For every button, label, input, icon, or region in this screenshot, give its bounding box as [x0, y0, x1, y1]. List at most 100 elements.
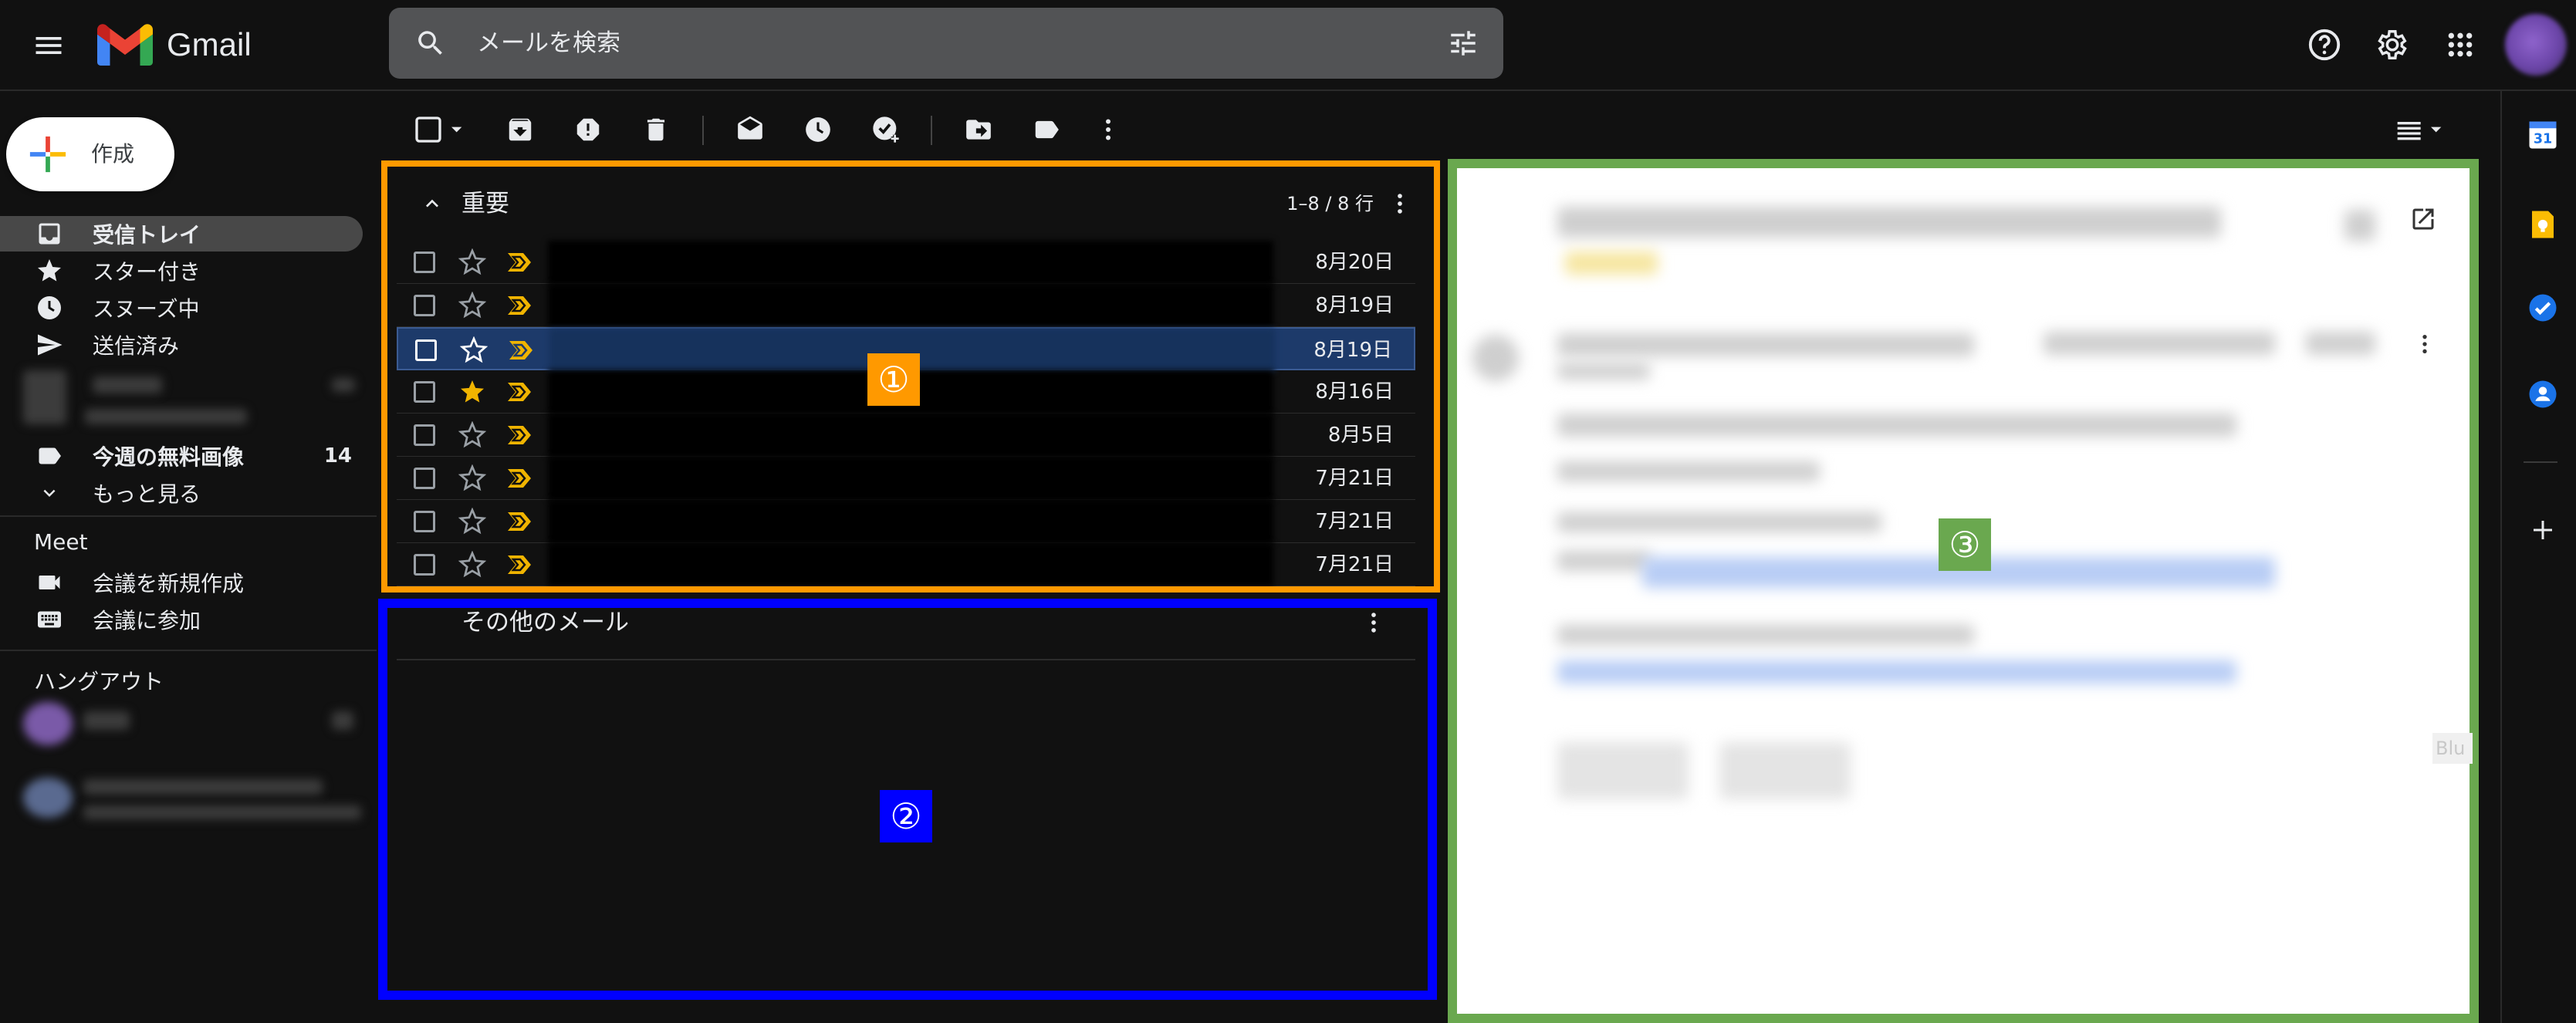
- blurred-contact-action: [332, 711, 353, 730]
- plus-icon: [28, 134, 68, 174]
- video-camera-icon: [31, 565, 68, 600]
- blurred-body-line: [1557, 551, 1650, 571]
- search-options-icon[interactable]: [1445, 25, 1482, 62]
- compose-button[interactable]: 作成: [6, 117, 174, 191]
- app-name: Gmail: [167, 26, 252, 62]
- send-icon: [31, 327, 68, 363]
- calendar-icon[interactable]: 31: [2525, 117, 2561, 153]
- sidebar-item-label: スヌーズ中: [93, 296, 200, 322]
- blurred-reply-button[interactable]: [1557, 742, 1689, 799]
- reading-pane-gutter: [2429, 168, 2470, 1014]
- compose-label: 作成: [91, 141, 135, 167]
- sidebar-item-label: 受信トレイ: [93, 222, 201, 248]
- search-bar[interactable]: メールを検索: [389, 8, 1503, 79]
- sidebar-item-label: スター付き: [93, 259, 201, 285]
- sidebar-divider: [0, 650, 377, 651]
- account-avatar[interactable]: [2505, 14, 2567, 76]
- blurred-label: [85, 409, 247, 424]
- blurred-side-label: Blu: [2432, 733, 2473, 764]
- keyboard-icon: [31, 602, 68, 637]
- blurred-contact-name: [83, 711, 130, 730]
- toolbar-separator: [702, 116, 704, 145]
- meet-new-meeting[interactable]: 会議を新規作成: [0, 565, 363, 600]
- gmail-m-icon: [97, 24, 153, 66]
- blurred-forward-button[interactable]: [1719, 742, 1851, 799]
- blurred-label-chip: [1565, 252, 1658, 275]
- top-bar: Gmail メールを検索: [0, 0, 2576, 91]
- sidebar-item-starred[interactable]: スター付き: [0, 253, 363, 289]
- svg-text:31: 31: [2534, 132, 2552, 147]
- settings-gear-icon[interactable]: [2369, 22, 2415, 68]
- apps-grid-icon[interactable]: [2437, 22, 2483, 68]
- blurred-timestamp: [2044, 332, 2275, 355]
- hangouts-section-title: ハングアウト: [34, 669, 164, 694]
- blurred-contact-status: [83, 805, 361, 819]
- clock-icon: [31, 290, 68, 326]
- blurred-print-icon: [2344, 210, 2375, 241]
- blurred-subject: [1557, 207, 2221, 238]
- blurred-contact-name: [83, 779, 323, 795]
- keep-notes-icon[interactable]: [2525, 207, 2561, 242]
- blurred-label: [93, 376, 162, 393]
- sidebar-item-label: 今週の無料画像: [93, 444, 245, 470]
- select-all-checkbox[interactable]: [409, 111, 471, 148]
- hangouts-avatar[interactable]: [23, 778, 73, 818]
- archive-icon[interactable]: [502, 111, 539, 148]
- sidebar-divider: [0, 515, 377, 517]
- move-to-icon[interactable]: [960, 111, 997, 148]
- delete-trash-icon[interactable]: [637, 111, 674, 148]
- split-pane-toggle-icon[interactable]: [2385, 111, 2454, 148]
- meet-join-meeting-label: 会議に参加: [93, 608, 201, 633]
- annotation-marker-1: ①: [867, 353, 920, 406]
- reading-pane: Blu: [1448, 159, 2479, 1023]
- help-icon[interactable]: [2301, 22, 2348, 68]
- blurred-body-line: [1557, 414, 2236, 437]
- side-panel: 31: [2500, 91, 2576, 1023]
- main-menu-icon[interactable]: [23, 20, 74, 71]
- hangouts-avatar[interactable]: [23, 702, 73, 745]
- contacts-icon[interactable]: [2525, 376, 2561, 412]
- blurred-actions: [2306, 332, 2375, 355]
- sidebar-item-label: 送信済み: [93, 333, 180, 359]
- star-icon: [31, 253, 68, 289]
- meet-new-meeting-label: 会議を新規作成: [93, 571, 245, 596]
- unread-count: 14: [323, 444, 352, 468]
- add-to-tasks-icon[interactable]: [867, 111, 904, 148]
- annotation-marker-3: ③: [1939, 518, 1991, 571]
- sidebar-item-snoozed[interactable]: スヌーズ中: [0, 290, 363, 326]
- gmail-logo[interactable]: Gmail: [97, 22, 252, 68]
- blurred-body-line: [1557, 461, 1820, 481]
- sidebar-item-inbox[interactable]: 受信トレイ: [0, 216, 363, 252]
- search-input[interactable]: メールを検索: [477, 8, 620, 79]
- chevron-down-icon: [31, 475, 68, 511]
- blurred-link[interactable]: [1557, 660, 2236, 684]
- label-icon: [31, 438, 68, 474]
- side-panel-divider: [2524, 461, 2557, 463]
- sidebar-item-sent[interactable]: 送信済み: [0, 327, 363, 363]
- blurred-label-icon: [23, 370, 66, 424]
- toolbar-separator: [931, 116, 932, 145]
- blurred-body-line: [1557, 625, 1974, 645]
- meet-join-meeting[interactable]: 会議に参加: [0, 602, 363, 637]
- open-in-new-window-icon[interactable]: [2406, 202, 2440, 236]
- inbox-icon: [31, 216, 68, 252]
- mark-as-read-icon[interactable]: [732, 111, 769, 148]
- blurred-sender-avatar: [1472, 335, 1519, 381]
- blurred-recipient: [1557, 363, 1650, 380]
- blurred-body-line: [1557, 512, 1881, 532]
- more-options-icon[interactable]: [1090, 111, 1127, 148]
- message-more-icon[interactable]: [2411, 330, 2439, 358]
- sidebar-item-weekly-images[interactable]: 今週の無料画像 14: [0, 438, 363, 474]
- blurred-count: [332, 378, 355, 392]
- meet-section-title: Meet: [34, 529, 88, 555]
- annotation-marker-2: ②: [880, 790, 932, 842]
- blurred-sender: [1557, 333, 1974, 356]
- mail-toolbar: [401, 108, 2442, 151]
- report-spam-icon[interactable]: [570, 111, 607, 148]
- tasks-icon[interactable]: [2525, 290, 2561, 326]
- sidebar-item-more[interactable]: もっと見る: [0, 475, 363, 511]
- add-addon-icon[interactable]: [2525, 512, 2561, 548]
- search-icon[interactable]: [412, 25, 449, 62]
- snooze-clock-icon[interactable]: [800, 111, 837, 148]
- label-as-icon[interactable]: [1028, 111, 1065, 148]
